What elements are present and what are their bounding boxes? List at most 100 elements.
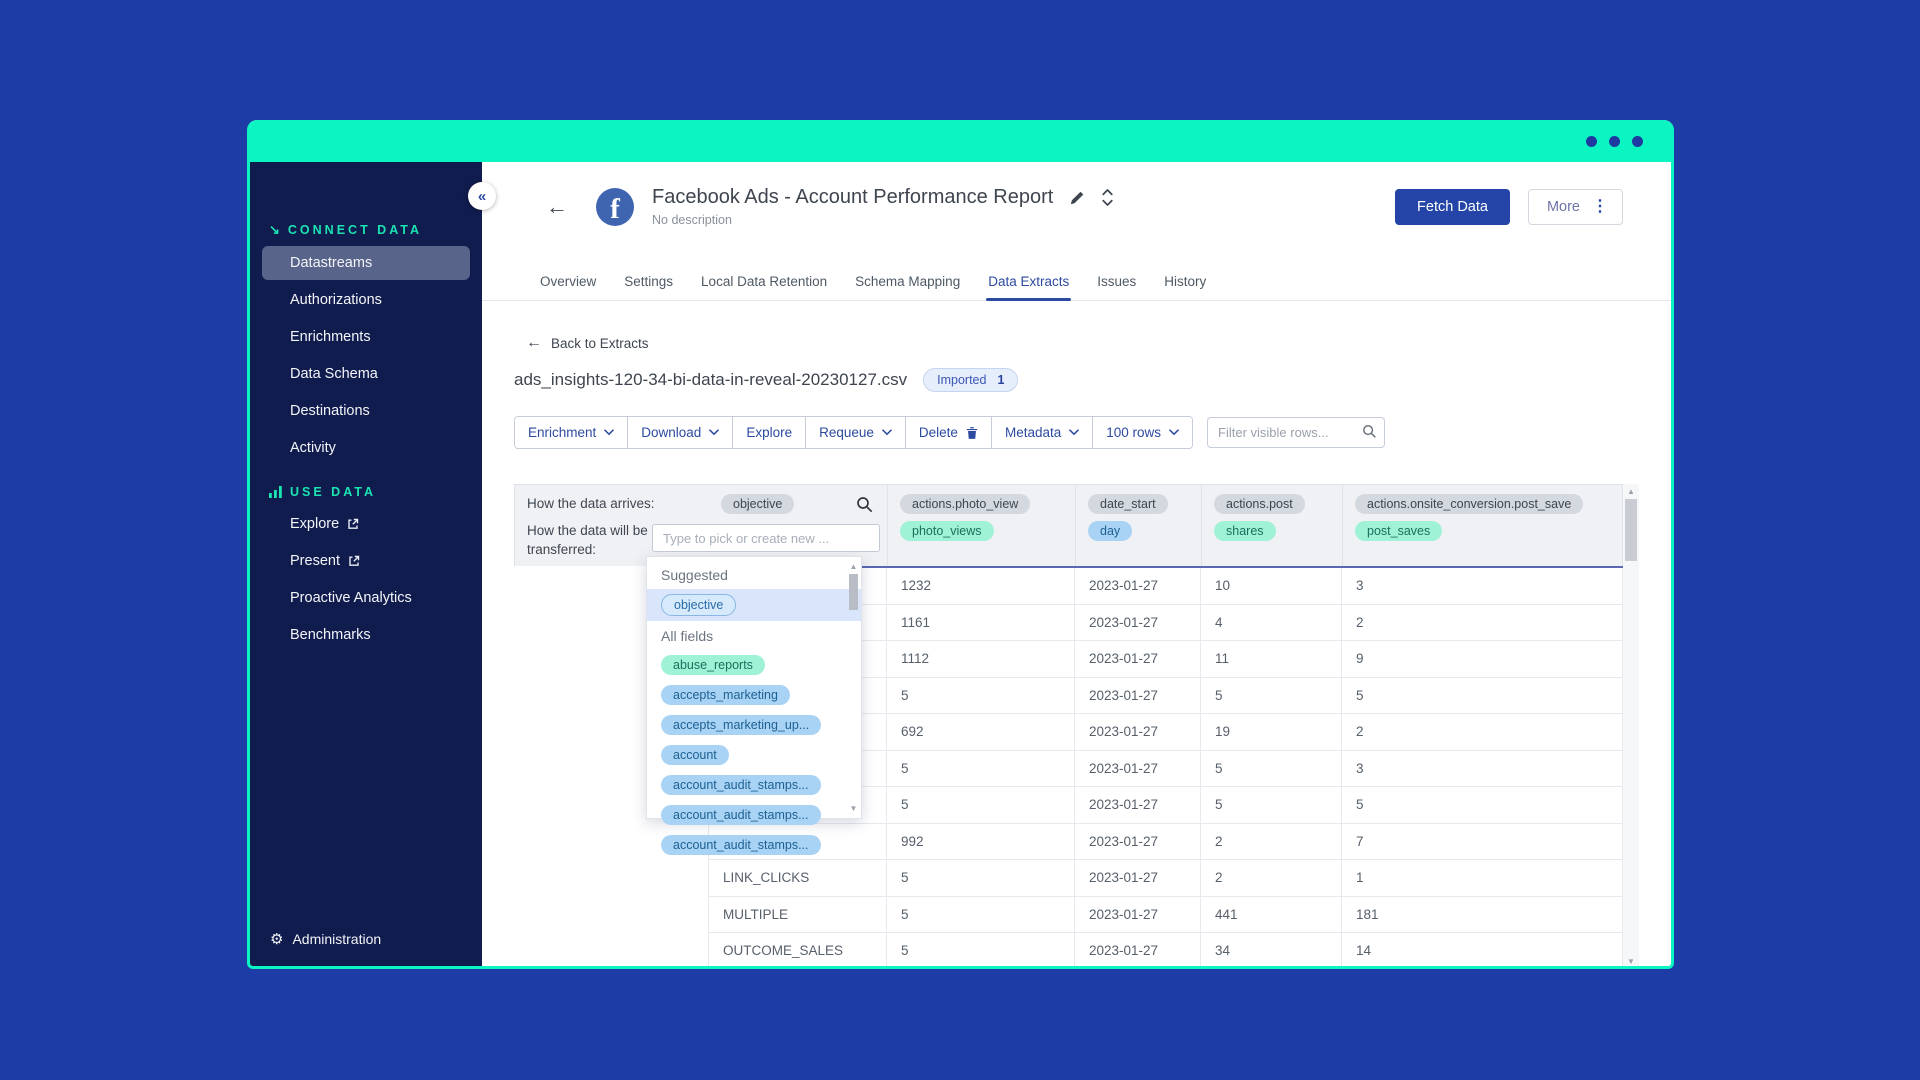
field-option-account[interactable]: account — [647, 740, 861, 770]
filter-wrap — [1207, 417, 1386, 448]
external-link-icon — [347, 518, 359, 530]
pencil-icon[interactable] — [1069, 190, 1085, 206]
field-option-abuse-reports[interactable]: abuse_reports — [647, 650, 861, 680]
sidebar-nav: ↘ CONNECT DATA Datastreams Authorization… — [250, 162, 482, 652]
search-icon[interactable] — [856, 496, 873, 513]
external-link-icon — [348, 555, 360, 567]
sidebar-item-activity[interactable]: Activity — [262, 431, 470, 465]
arrow-down-right-icon: ↘ — [269, 222, 280, 237]
titlebar-dot[interactable] — [1586, 135, 1597, 147]
enrichment-button[interactable]: Enrichment — [515, 417, 629, 448]
kebab-menu-icon: ⋮ — [1592, 197, 1608, 215]
fetch-data-button[interactable]: Fetch Data — [1395, 188, 1510, 225]
table-cell: 5 — [1342, 677, 1623, 713]
table-cell: 2 — [1201, 823, 1342, 859]
table-cell: 2023-01-27 — [1075, 860, 1201, 896]
toolbar-button-group: Enrichment Download Explore Requeue Dele… — [514, 416, 1194, 449]
explore-button[interactable]: Explore — [733, 417, 807, 448]
suggested-option-objective[interactable]: objective — [647, 589, 861, 621]
table-row: LINK_CLICKS 5 2023-01-27 2 1 — [708, 860, 1623, 897]
table-cell: 7 — [1342, 823, 1623, 859]
table-vertical-scrollbar[interactable]: ▲ ▼ — [1623, 484, 1639, 966]
source-field-pill[interactable]: actions.photo_view — [900, 494, 1031, 514]
sidebar-item-proactive-analytics[interactable]: Proactive Analytics — [262, 581, 470, 615]
table-cell: 9 — [1342, 641, 1623, 677]
imported-status-badge: Imported 1 — [923, 368, 1019, 392]
back-arrow-icon[interactable]: ← — [546, 194, 568, 220]
dropdown-scrollbar[interactable]: ▲ ▼ — [847, 559, 860, 816]
sidebar-item-present[interactable]: Present — [262, 544, 470, 578]
field-option-account-audit-stamps[interactable]: account_audit_stamps... — [647, 800, 861, 830]
download-button[interactable]: Download — [628, 417, 734, 448]
source-field-pill[interactable]: actions.onsite_conversion.post_save — [1355, 494, 1584, 514]
scroll-up-icon[interactable]: ▲ — [847, 560, 860, 573]
page-header: ← f Facebook Ads - Account Performance R… — [546, 186, 1623, 227]
filter-visible-rows-input[interactable] — [1207, 417, 1386, 448]
more-button[interactable]: More ⋮ — [1527, 188, 1623, 225]
table-cell: 5 — [887, 787, 1075, 823]
table-cell: OUTCOME_SALES — [708, 933, 887, 966]
field-option-account-audit-stamps[interactable]: account_audit_stamps... — [647, 770, 861, 800]
window-titlebar — [250, 120, 1671, 162]
tab-settings[interactable]: Settings — [622, 266, 675, 300]
suggested-list: objective — [647, 589, 861, 621]
scrollbar-thumb[interactable] — [1625, 499, 1637, 561]
requeue-button[interactable]: Requeue — [806, 417, 906, 448]
column-header-actions-onsite-conversion-post-save: actions.onsite_conversion.post_save post… — [1343, 485, 1624, 566]
table-cell: 2 — [1201, 860, 1342, 896]
back-to-extracts-link[interactable]: ← Back to Extracts — [526, 334, 649, 352]
target-field-chip[interactable]: post_saves — [1355, 521, 1443, 541]
table-cell: 34 — [1201, 933, 1342, 966]
titlebar-dot[interactable] — [1609, 135, 1620, 147]
100-rows-button[interactable]: 100 rows — [1093, 417, 1193, 448]
tab-local-data-retention[interactable]: Local Data Retention — [699, 266, 829, 300]
sidebar-collapse-button[interactable]: « — [468, 182, 496, 210]
source-field-pill[interactable]: objective — [721, 494, 795, 514]
table-cell: 2023-01-27 — [1075, 568, 1201, 604]
table-cell: 2023-01-27 — [1075, 896, 1201, 932]
table-cell: 3 — [1342, 750, 1623, 786]
source-field-pill[interactable]: date_start — [1088, 494, 1168, 514]
sidebar-item-destinations[interactable]: Destinations — [262, 394, 470, 428]
target-field-chip[interactable]: shares — [1214, 521, 1276, 541]
scrollbar-thumb[interactable] — [849, 574, 858, 610]
table-cell: 2023-01-27 — [1075, 823, 1201, 859]
field-option-account-audit-stamps[interactable]: account_audit_stamps... — [647, 830, 861, 860]
sidebar-item-enrichments[interactable]: Enrichments — [262, 320, 470, 354]
scroll-down-icon[interactable]: ▼ — [1623, 955, 1639, 966]
gear-icon: ⚙ — [270, 931, 284, 948]
tab-issues[interactable]: Issues — [1095, 266, 1138, 300]
page-title: Facebook Ads - Account Performance Repor… — [652, 186, 1054, 208]
table-cell: 5 — [887, 677, 1075, 713]
sidebar-item-authorizations[interactable]: Authorizations — [262, 283, 470, 317]
table-cell: 11 — [1201, 641, 1342, 677]
source-field-pill[interactable]: actions.post — [1214, 494, 1305, 514]
sidebar-item-administration[interactable]: ⚙ Administration — [270, 930, 381, 948]
target-field-chip[interactable]: photo_views — [900, 521, 994, 541]
tab-history[interactable]: History — [1162, 266, 1208, 300]
titlebar-dot[interactable] — [1632, 135, 1643, 147]
sidebar-item-datastreams[interactable]: Datastreams — [262, 246, 470, 280]
tab-data-extracts[interactable]: Data Extracts — [986, 266, 1072, 301]
sidebar-item-data-schema[interactable]: Data Schema — [262, 357, 470, 391]
tab-overview[interactable]: Overview — [538, 266, 598, 300]
column-header-date-start: date_start day — [1076, 485, 1202, 566]
delete-button[interactable]: Delete — [905, 417, 992, 448]
all-fields-section-label: All fields — [661, 628, 714, 644]
sidebar-section-connect-data: ↘ CONNECT DATA — [269, 222, 423, 237]
scroll-down-icon[interactable]: ▼ — [847, 802, 860, 815]
main-content: ← f Facebook Ads - Account Performance R… — [482, 162, 1671, 966]
table-cell: 2 — [1342, 714, 1623, 750]
scroll-up-icon[interactable]: ▲ — [1623, 485, 1639, 498]
tab-schema-mapping[interactable]: Schema Mapping — [853, 266, 962, 300]
metadata-button[interactable]: Metadata — [991, 417, 1094, 448]
field-picker-input[interactable] — [652, 524, 880, 552]
field-option-accepts-marketing-up[interactable]: accepts_marketing_up... — [647, 710, 861, 740]
field-option-accepts-marketing[interactable]: accepts_marketing — [647, 680, 861, 710]
sidebar-item-benchmarks[interactable]: Benchmarks — [262, 618, 470, 652]
table-cell: 5 — [1342, 787, 1623, 823]
sidebar-item-explore[interactable]: Explore — [262, 507, 470, 541]
target-field-chip[interactable]: day — [1088, 521, 1133, 541]
sort-chevrons-icon[interactable] — [1101, 188, 1114, 207]
table-cell: 5 — [887, 933, 1075, 966]
